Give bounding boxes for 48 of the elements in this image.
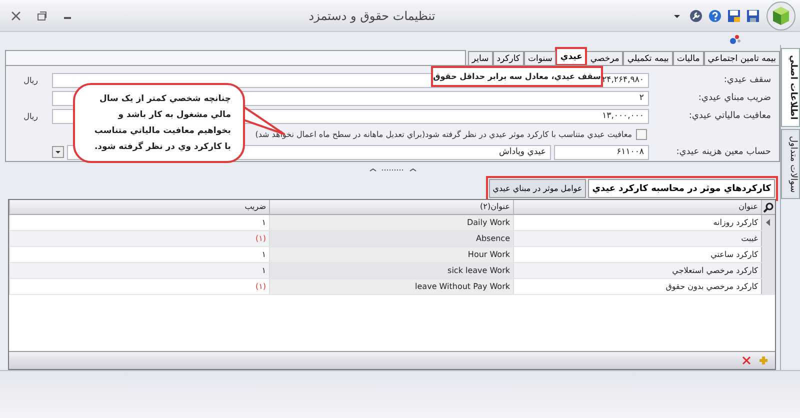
tab[interactable]: بيمه تكميلي <box>623 51 673 65</box>
table-cell: Daily Work <box>269 215 513 230</box>
field-label: ضريب مبناي عيدي: <box>697 93 772 103</box>
save-as-icon[interactable] <box>727 8 741 22</box>
table-cell: ۱ <box>9 247 269 262</box>
unit-label: ريال <box>22 112 39 120</box>
tab[interactable]: بيمه تامين اجتماعي <box>704 51 780 65</box>
app-logo[interactable] <box>766 0 796 30</box>
window-title: تنظيمات حقوق و دستمزد <box>308 8 436 22</box>
restore-icon[interactable] <box>36 10 48 22</box>
dropdown-button[interactable] <box>52 146 64 158</box>
unit-label: ريال <box>22 76 39 84</box>
side-tab[interactable]: اطلاعات اصلي <box>781 48 800 127</box>
tab[interactable]: عوامل موثر در مبناي عيدي <box>488 179 586 198</box>
field-label: حساب معين هزينه عيدي: <box>675 147 772 157</box>
field-label: سقف عيدي: <box>722 75 772 85</box>
splitter-grip[interactable] <box>368 168 418 172</box>
dots-icon[interactable] <box>728 32 742 46</box>
column-header[interactable]: ضريب <box>9 200 269 214</box>
table-cell: Absence <box>269 231 513 246</box>
tab[interactable]: عيدي <box>556 48 586 65</box>
checkbox[interactable] <box>636 128 647 140</box>
row-header[interactable] <box>761 215 775 230</box>
input-field[interactable]: ۶۱۱۰۰۸ <box>554 144 649 160</box>
tab[interactable]: مرخصي <box>586 51 624 65</box>
tab[interactable]: كاركردهاي موثر در محاسبه كاركرد عيدي <box>588 179 775 198</box>
tab[interactable]: ساير <box>468 51 493 65</box>
table-cell: Hour Work <box>269 247 513 262</box>
column-header[interactable]: عنوان <box>513 200 761 214</box>
help-icon[interactable] <box>708 8 722 22</box>
table-cell: (۱) <box>9 279 269 294</box>
table-cell: ۱ <box>9 215 269 230</box>
save-icon[interactable] <box>746 8 760 22</box>
callout-tooltip: چنانچه شخصي كمتر از يک سال مالي مشغول به كار باشد و بخواهيم معافيت مالياتي متناسب با كاركرد وي در نظر گرفته شود. <box>73 83 245 163</box>
table-cell: ۱ <box>9 263 269 278</box>
tab[interactable]: ماليات <box>672 51 704 65</box>
field-label: معافيت مالياتي عيدي: <box>688 111 772 121</box>
table-cell: leave Without Pay Work <box>269 279 513 294</box>
delete-icon[interactable] <box>741 355 752 366</box>
tab[interactable]: كاركرد <box>492 51 524 65</box>
tab[interactable]: سنوات <box>524 51 556 65</box>
table-cell: (۱) <box>9 231 269 246</box>
callout-tooltip: سقف عيدي، معادل سه برابر حداقل حقوق <box>431 66 603 87</box>
column-header[interactable]: عنوان(۲) <box>269 200 513 214</box>
table-cell: sick leave Work <box>269 263 513 278</box>
close-icon[interactable] <box>10 10 22 22</box>
side-tab[interactable]: سوالات متداول <box>781 128 800 200</box>
wrench-icon[interactable] <box>689 8 703 22</box>
